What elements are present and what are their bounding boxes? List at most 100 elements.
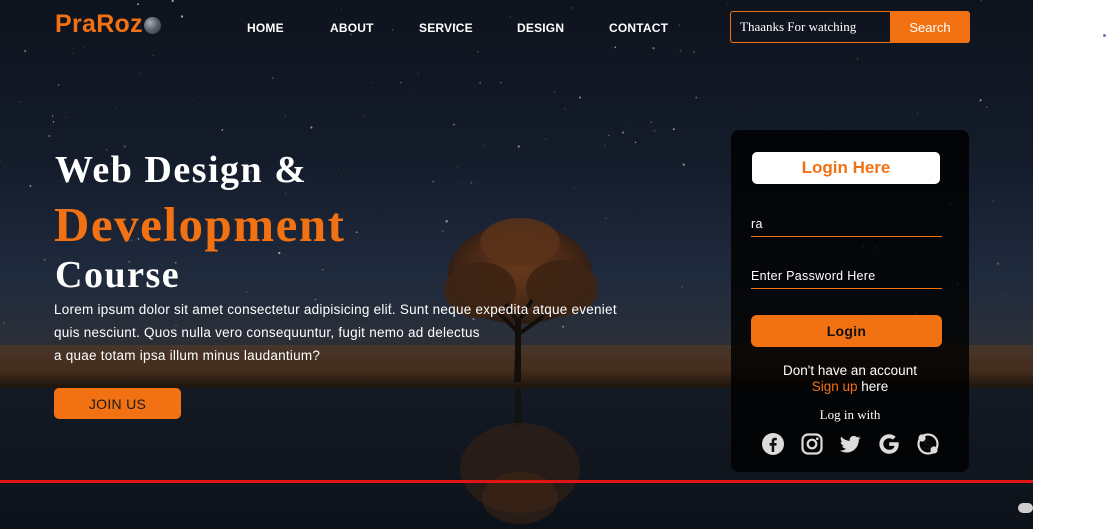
facebook-icon[interactable]	[761, 432, 785, 456]
social-login-icons	[761, 432, 941, 458]
password-field[interactable]	[751, 263, 942, 289]
star	[493, 136, 495, 138]
nav-home[interactable]: HOME	[247, 21, 284, 35]
star	[479, 81, 482, 84]
star	[417, 73, 419, 75]
star	[727, 4, 729, 6]
star	[72, 52, 74, 54]
star	[578, 96, 582, 99]
hero-description-line: Lorem ipsum dolor sit amet consectetur a…	[54, 302, 617, 317]
star	[362, 115, 364, 116]
hero-description: Lorem ipsum dolor sit amet consectetur a…	[54, 298, 674, 367]
star	[52, 115, 54, 117]
star	[43, 258, 46, 261]
star	[24, 50, 27, 52]
star	[355, 231, 358, 233]
star	[371, 82, 373, 84]
star	[634, 141, 637, 144]
star	[509, 16, 511, 18]
star	[675, 2, 677, 3]
nav-about[interactable]: ABOUT	[330, 21, 374, 35]
username-field[interactable]	[751, 211, 942, 237]
star	[572, 7, 574, 9]
horizontal-scrollbar[interactable]	[1018, 503, 1033, 513]
star	[457, 166, 459, 168]
star	[917, 113, 919, 115]
star	[0, 160, 1, 162]
login-card: Login Here Login Don't have an account S…	[731, 130, 969, 472]
login-button[interactable]: Login	[751, 315, 942, 347]
search-input[interactable]	[730, 11, 890, 43]
star	[192, 99, 193, 101]
star	[695, 96, 698, 99]
star	[574, 186, 576, 188]
star	[990, 169, 992, 171]
star	[816, 44, 818, 46]
star	[29, 185, 32, 187]
star	[116, 107, 117, 109]
join-us-button[interactable]: JOIN US	[54, 388, 181, 419]
star	[83, 47, 85, 48]
star	[484, 144, 486, 147]
star	[19, 101, 21, 104]
signup-suffix: here	[857, 379, 889, 394]
star	[681, 286, 683, 288]
star	[321, 268, 324, 271]
star	[553, 91, 556, 93]
site-logo[interactable]: PraRoz	[55, 10, 161, 39]
star	[986, 106, 988, 108]
skype-icon[interactable]	[916, 432, 940, 456]
google-icon[interactable]	[877, 432, 901, 456]
star	[13, 80, 15, 82]
search-button[interactable]: Search	[890, 11, 970, 43]
hero-title-line3: Course	[55, 254, 181, 296]
star	[517, 145, 520, 148]
star	[653, 129, 656, 132]
star	[564, 108, 566, 110]
twitter-icon[interactable]	[838, 432, 862, 456]
star	[470, 181, 473, 184]
star	[410, 93, 412, 94]
star	[545, 138, 547, 140]
star	[693, 51, 695, 53]
star	[629, 126, 631, 128]
star	[180, 15, 184, 18]
star	[506, 184, 507, 186]
hero-title-line2: Development	[54, 197, 346, 252]
star	[152, 54, 154, 56]
star	[432, 180, 434, 183]
signup-link[interactable]: Sign up	[812, 379, 858, 394]
star	[678, 24, 680, 27]
star	[650, 121, 652, 123]
star	[171, 0, 174, 3]
star	[338, 168, 340, 169]
star	[856, 58, 859, 60]
star	[310, 126, 313, 129]
star	[500, 82, 502, 84]
star	[652, 47, 655, 50]
star	[682, 163, 685, 166]
star	[996, 262, 1000, 265]
star	[608, 135, 610, 137]
star	[271, 77, 274, 80]
star	[980, 0, 982, 2]
nav-design[interactable]: DESIGN	[517, 21, 564, 35]
nav-contact[interactable]: CONTACT	[609, 21, 668, 35]
star	[391, 29, 394, 31]
tree-reflection	[460, 388, 580, 524]
login-title: Login Here	[752, 152, 940, 184]
star	[356, 207, 357, 209]
star	[672, 128, 675, 131]
no-account-text: Don't have an account	[783, 363, 917, 378]
instagram-icon[interactable]	[800, 432, 824, 456]
nav-service[interactable]: SERVICE	[419, 21, 473, 35]
star	[604, 145, 606, 146]
star	[221, 128, 224, 131]
red-divider-line	[0, 480, 1033, 483]
corner-dot	[1103, 34, 1106, 37]
star	[999, 294, 1001, 296]
star	[748, 105, 750, 106]
star	[477, 50, 479, 53]
star	[245, 291, 248, 293]
star	[3, 322, 5, 324]
